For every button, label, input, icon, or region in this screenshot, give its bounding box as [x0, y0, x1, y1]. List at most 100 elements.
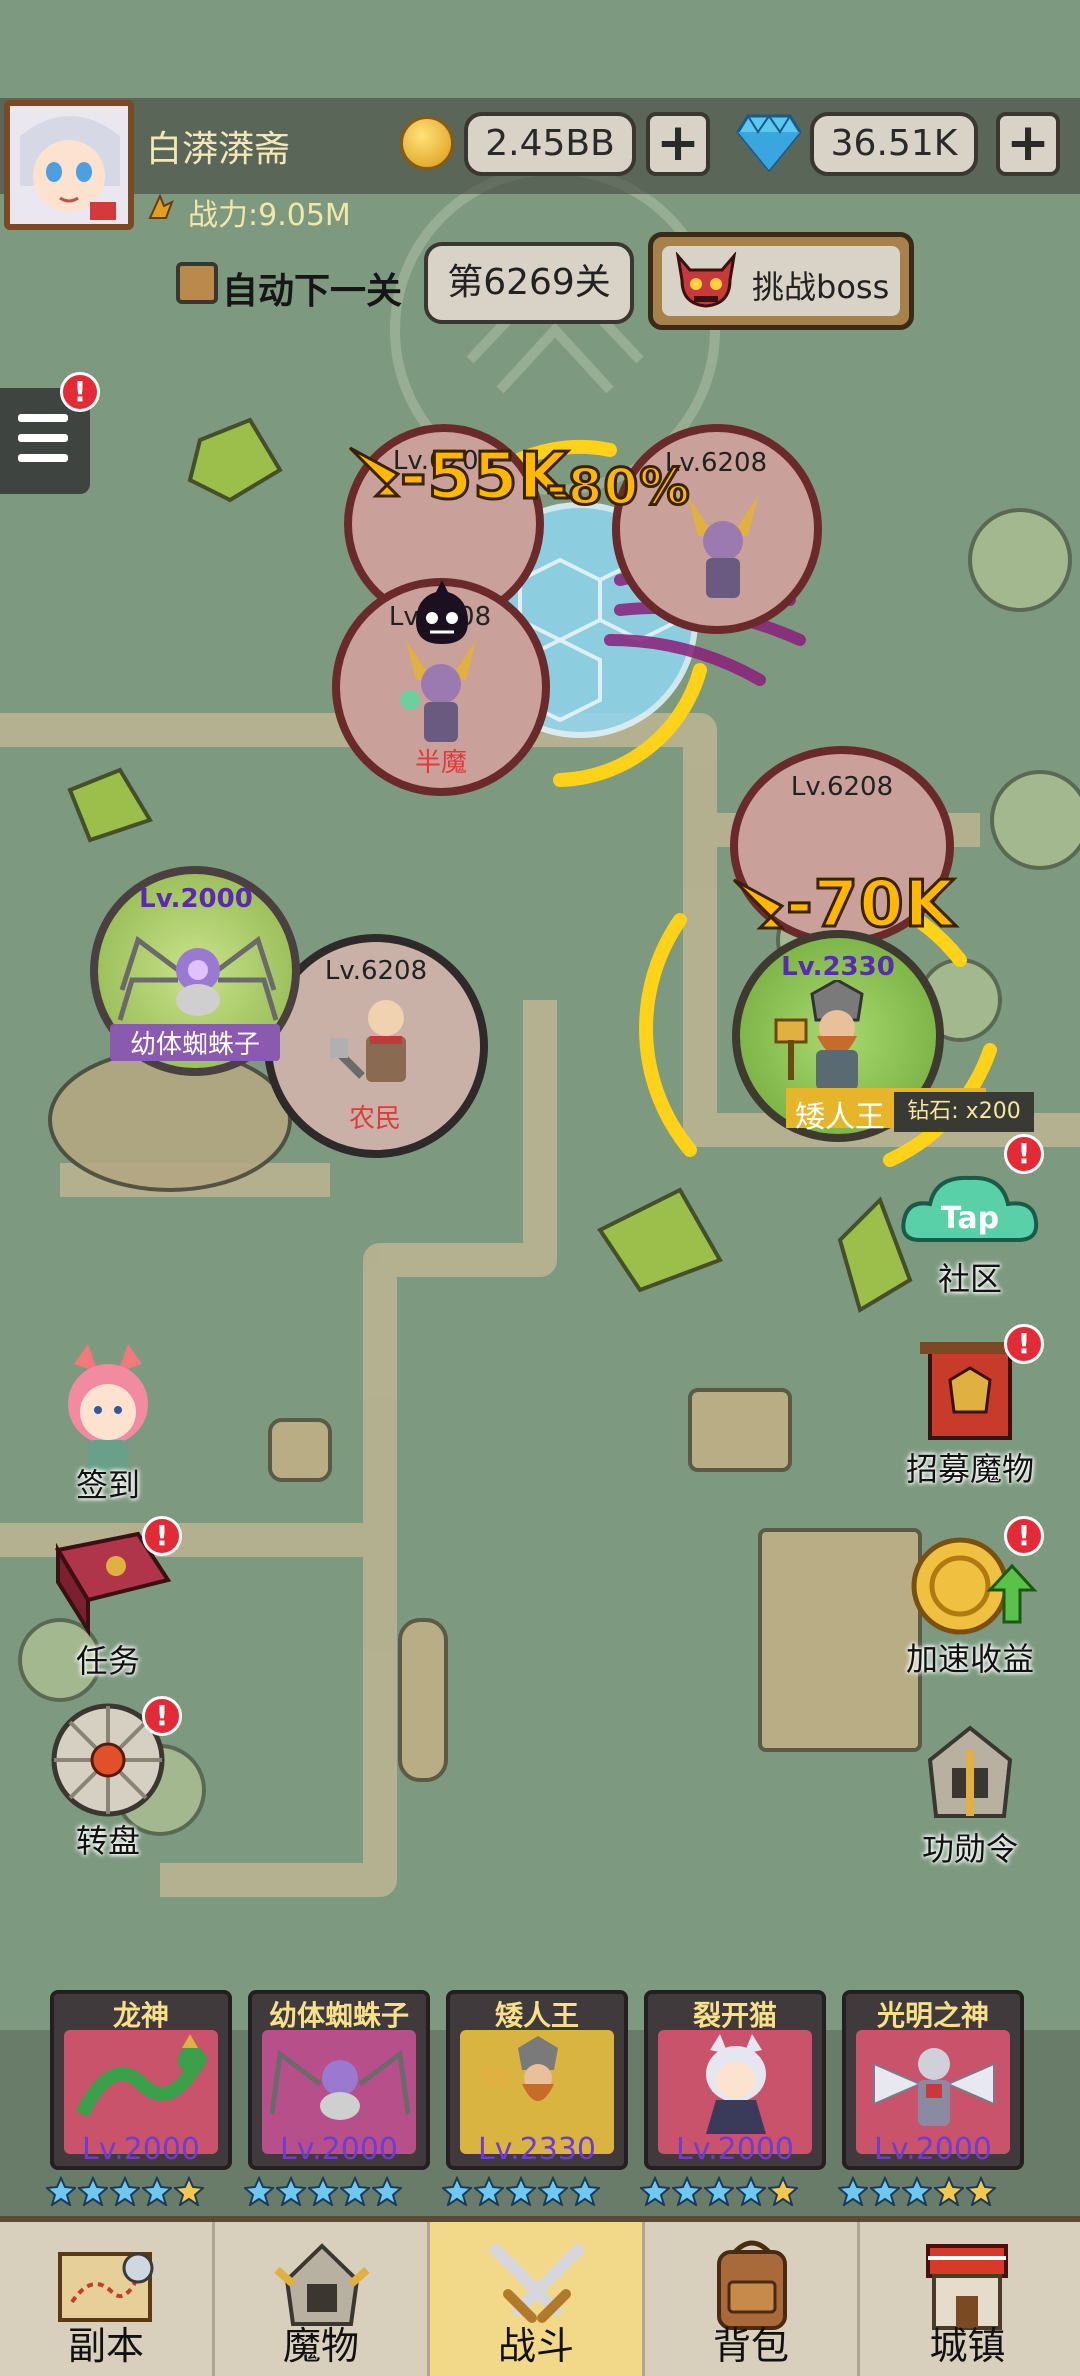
nav-tab-backpack-label: 背包	[712, 2324, 789, 2368]
team-card-spider[interactable]: 幼体蜘蛛子 Lv.2000	[248, 1990, 430, 2170]
farmer-sprite-icon	[330, 1000, 406, 1082]
card-star-row	[836, 2175, 998, 2210]
star-icon	[702, 2175, 736, 2208]
diamond-amount: 36.51K	[810, 112, 978, 176]
star-icon	[836, 2175, 870, 2208]
nav-tab-town-label: 城镇	[929, 2324, 1006, 2368]
team-card-split-cat[interactable]: 裂开猫 Lv.2000	[644, 1990, 826, 2170]
power-value: 战力:9.05M	[188, 198, 351, 233]
card-name: 龙神	[112, 1999, 169, 2032]
community-alert-badge: !	[1004, 1134, 1044, 1174]
star-icon	[108, 2175, 142, 2208]
card-star-row	[638, 2175, 800, 2210]
dwarf-king-sprite-icon	[482, 2036, 558, 2101]
merit-order-label: 功勋令	[921, 1830, 1018, 1868]
gold-amount: 2.45BB	[464, 112, 636, 176]
nav-tab-backpack[interactable]: 背包	[645, 2222, 860, 2376]
speed-up-alert-badge: !	[1004, 1516, 1044, 1556]
merit-order-button[interactable]: 功勋令	[890, 1720, 1050, 1870]
star-icon	[638, 2175, 672, 2208]
shadow-spirit-icon	[416, 580, 468, 644]
quest-alert-badge: !	[142, 1516, 182, 1556]
card-star-row	[440, 2175, 602, 2210]
star-icon	[44, 2175, 78, 2208]
spider-sprite-icon	[118, 935, 278, 1021]
add-diamond-button[interactable]: +	[996, 112, 1060, 176]
speed-up-income-label: 加速收益	[905, 1640, 1034, 1678]
star-icon	[370, 2175, 404, 2208]
star-icon	[472, 2175, 506, 2208]
monster-level: Lv.6208	[324, 956, 428, 986]
damage-number: -55K	[398, 439, 570, 516]
star-icon	[734, 2175, 768, 2208]
hero-level: Lv.2330	[781, 952, 895, 982]
damage-arrow-icon	[348, 446, 402, 498]
team-card-light-god[interactable]: 光明之神 Lv.2000	[842, 1990, 1024, 2170]
star-icon	[242, 2175, 276, 2208]
hero-level: Lv.2000	[139, 884, 253, 914]
card-name: 幼体蜘蛛子	[268, 1999, 409, 2032]
light-god-sprite-icon	[873, 2048, 995, 2126]
community-label: 社区	[937, 1260, 1002, 1298]
nav-tab-town[interactable]: 城镇	[860, 2222, 1075, 2376]
gold-coin-icon	[400, 116, 454, 170]
menu-alert-badge: !	[60, 372, 100, 412]
player-avatar[interactable]	[4, 100, 134, 230]
star-icon	[338, 2175, 372, 2208]
nav-tab-monsters[interactable]: 魔物	[215, 2222, 430, 2376]
stage-indicator: 第6269关	[424, 242, 634, 324]
monster-name: 半魔	[414, 748, 467, 778]
card-level: Lv.2000	[279, 2132, 399, 2167]
star-icon	[868, 2175, 902, 2208]
card-name: 矮人王	[494, 1999, 579, 2032]
team-card-dragon-god[interactable]: 龙神 Lv.2000	[50, 1990, 232, 2170]
fox-girl-icon	[68, 1344, 148, 1472]
star-icon	[76, 2175, 110, 2208]
star-icon	[440, 2175, 474, 2208]
monster-level: Lv.6208	[790, 772, 894, 802]
team-card-dwarf-king[interactable]: 矮人王 Lv.2330	[446, 1990, 628, 2170]
auto-next-checkbox[interactable]	[176, 262, 218, 304]
menu-line-icon	[18, 454, 68, 462]
tap-cloud-icon: Tap	[901, 1175, 1039, 1242]
nav-tab-battle-label: 战斗	[497, 2324, 574, 2368]
hero-name: 矮人王	[795, 1100, 885, 1135]
hero-name: 幼体蜘蛛子	[110, 1024, 280, 1061]
star-icon	[670, 2175, 704, 2208]
nav-tab-dungeon[interactable]: 副本	[0, 2222, 215, 2376]
star-icon	[932, 2175, 966, 2208]
spider-sprite-icon	[270, 2049, 410, 2120]
star-icon	[964, 2175, 998, 2208]
damage-arrow-icon	[732, 878, 786, 930]
challenge-boss-label: 挑战boss	[752, 268, 890, 306]
star-icon	[900, 2175, 934, 2208]
bottom-navigation: 副本 魔物 战斗 背包 城镇	[0, 2216, 1080, 2376]
quest-label: 任务	[75, 1642, 140, 1680]
community-button[interactable]: Tap 社区	[890, 1160, 1050, 1300]
menu-line-icon	[18, 434, 68, 442]
nav-tab-monsters-label: 魔物	[282, 2324, 359, 2368]
wheel-alert-badge: !	[142, 1696, 182, 1736]
card-name: 光明之神	[876, 1999, 989, 2032]
damage-percent: -80%	[544, 457, 691, 518]
diamond-reward: 钻石: x200	[894, 1092, 1034, 1132]
card-name: 裂开猫	[692, 1999, 777, 2032]
menu-line-icon	[18, 414, 68, 422]
helmet-icon	[927, 1725, 1013, 1818]
star-icon	[536, 2175, 570, 2208]
star-icon	[766, 2175, 800, 2208]
boss-skull-icon	[675, 252, 737, 308]
dragon-sprite-icon	[75, 2034, 209, 2118]
power-icon	[148, 193, 174, 219]
add-gold-button[interactable]: +	[646, 112, 710, 176]
recruit-alert-badge: !	[1004, 1324, 1044, 1364]
card-star-row	[44, 2175, 206, 2210]
nav-tab-battle[interactable]: 战斗	[430, 2222, 645, 2376]
sign-in-button[interactable]: 签到	[28, 1344, 188, 1504]
team-star-ratings	[44, 2175, 1046, 2212]
star-icon	[306, 2175, 340, 2208]
damage-number: -70K	[784, 867, 956, 944]
star-icon	[504, 2175, 538, 2208]
cat-girl-sprite-icon	[706, 2034, 766, 2134]
card-level: Lv.2330	[477, 2132, 597, 2167]
